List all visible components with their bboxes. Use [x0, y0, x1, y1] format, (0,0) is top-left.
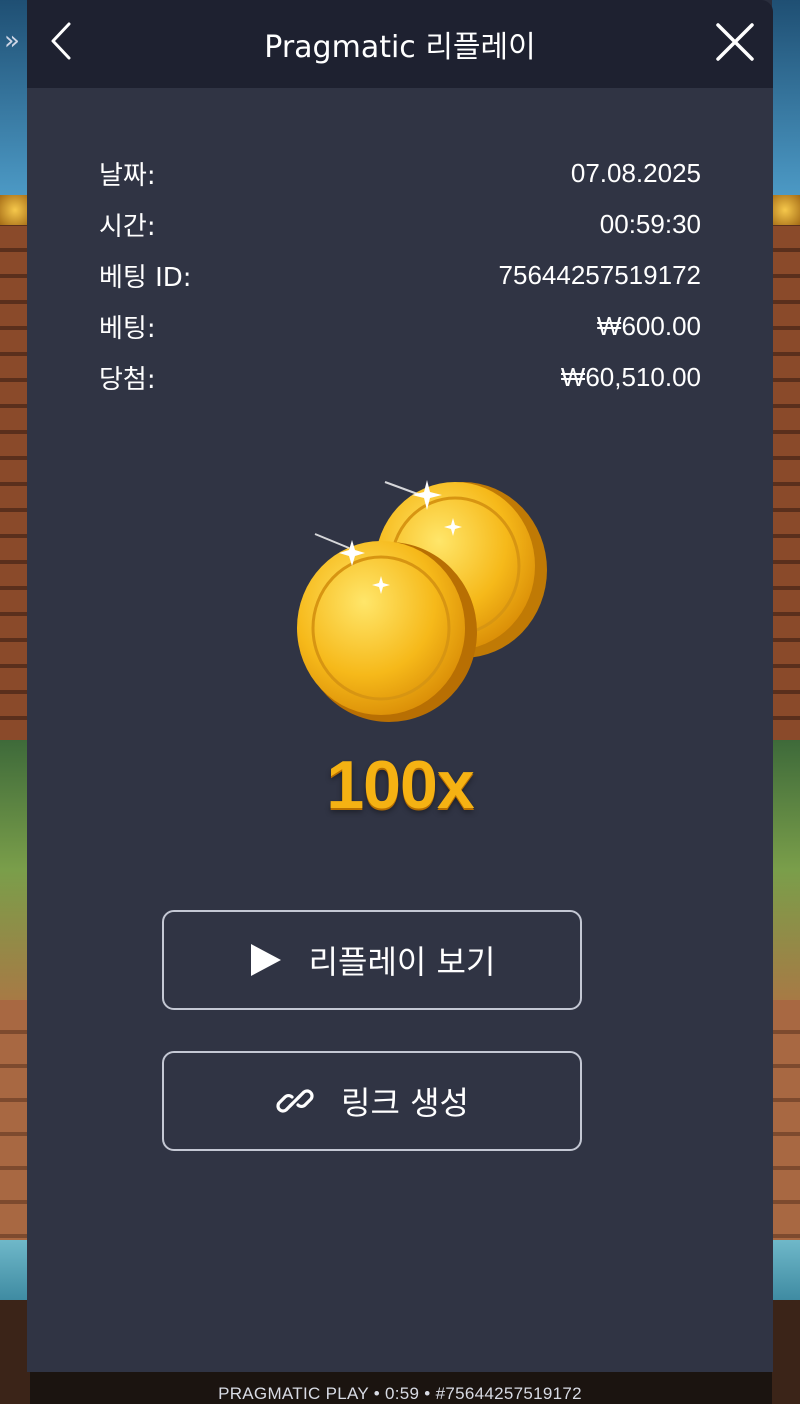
detail-label: 베팅:	[99, 314, 156, 344]
detail-value: 75644257519172	[498, 260, 701, 290]
detail-row-date: 날짜: 07.08.2025	[99, 148, 701, 199]
detail-value: ₩600.00	[596, 311, 701, 341]
close-button[interactable]	[713, 20, 757, 64]
gold-coins-icon	[297, 480, 547, 722]
detail-row-bet-id: 베팅 ID: 75644257519172	[99, 250, 701, 301]
replay-panel: Pragmatic 리플레이 날짜: 07.08.2025 시간: 00:59:…	[27, 0, 773, 1372]
detail-label: 베팅 ID:	[99, 263, 192, 293]
watch-replay-label: 리플레이 보기	[308, 943, 496, 981]
footer-ticker: PRAGMATIC PLAY • 0:59 • #75644257519172	[218, 1384, 582, 1403]
detail-row-win: 당첨: ₩60,510.00	[99, 352, 701, 403]
bet-details: 날짜: 07.08.2025 시간: 00:59:30 베팅 ID: 75644…	[99, 148, 701, 403]
detail-value: 00:59:30	[599, 209, 701, 239]
close-icon	[716, 23, 754, 61]
page-title: Pragmatic 리플레이	[264, 30, 536, 65]
create-link-button[interactable]: 링크 생성	[162, 1051, 582, 1151]
detail-value: 07.08.2025	[570, 158, 701, 188]
double-chevron-right-icon[interactable]: »	[4, 26, 20, 56]
win-multiplier: 100x	[326, 747, 474, 823]
background-game-scene-left	[0, 0, 30, 1404]
detail-row-time: 시간: 00:59:30	[99, 199, 701, 250]
play-icon	[249, 942, 283, 978]
detail-value: ₩60,510.00	[560, 362, 701, 392]
detail-label: 날짜:	[99, 161, 156, 191]
detail-label: 당첨:	[99, 365, 156, 395]
create-link-label: 링크 생성	[341, 1084, 469, 1122]
background-game-scene-right	[772, 0, 800, 1404]
detail-label: 시간:	[99, 212, 156, 242]
watch-replay-button[interactable]: 리플레이 보기	[162, 910, 582, 1010]
detail-row-bet: 베팅: ₩600.00	[99, 301, 701, 352]
link-icon	[275, 1081, 315, 1121]
panel-header: Pragmatic 리플레이	[27, 0, 773, 88]
